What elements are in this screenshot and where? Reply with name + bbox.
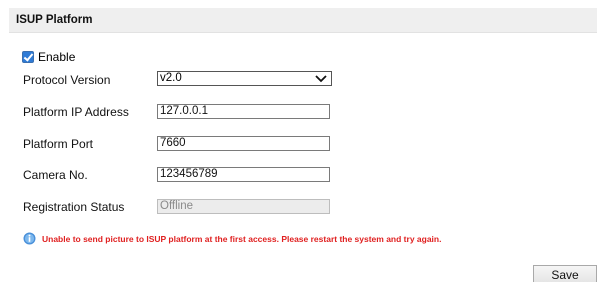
platform-port-input[interactable]: 7660: [157, 136, 330, 151]
info-icon: [23, 232, 36, 245]
enable-checkbox[interactable]: [22, 51, 34, 63]
protocol-version-select[interactable]: v2.0: [157, 71, 332, 86]
platform-ip-input[interactable]: 127.0.0.1: [157, 104, 330, 119]
chevron-down-icon: [315, 75, 327, 83]
registration-status-label: Registration Status: [23, 200, 125, 214]
enable-row[interactable]: Enable: [22, 50, 75, 64]
enable-label: Enable: [38, 50, 76, 64]
isup-platform-page: ISUP Platform Enable Protocol Version v2…: [0, 0, 597, 282]
platform-ip-label: Platform IP Address: [23, 105, 129, 119]
section-title: ISUP Platform: [16, 14, 93, 26]
camera-no-input[interactable]: 123456789: [157, 167, 330, 182]
notice-text: Unable to send picture to ISUP platform …: [42, 233, 442, 244]
protocol-version-value: v2.0: [160, 72, 182, 84]
camera-no-label: Camera No.: [23, 168, 88, 182]
protocol-version-label: Protocol Version: [23, 73, 111, 87]
section-header: ISUP Platform: [9, 8, 597, 33]
registration-status-field: Offline: [157, 199, 330, 214]
notice-row: Unable to send picture to ISUP platform …: [23, 232, 441, 245]
platform-port-label: Platform Port: [23, 137, 94, 151]
save-button[interactable]: Save: [533, 265, 597, 282]
